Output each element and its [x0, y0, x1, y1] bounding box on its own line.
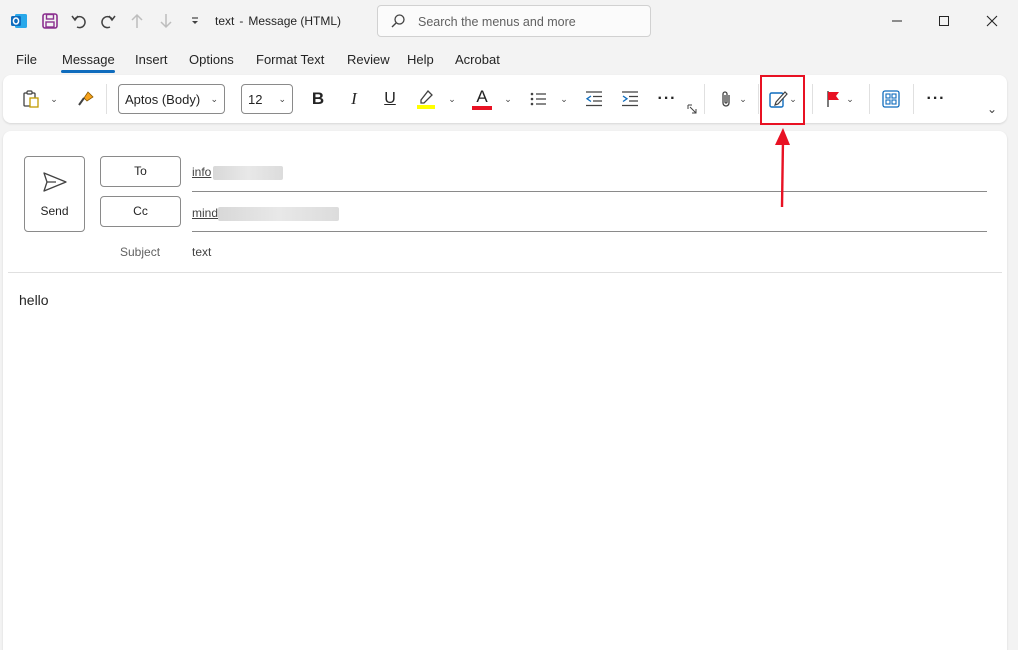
outlook-logo-icon	[9, 11, 29, 31]
attach-dropdown-chevron-icon[interactable]: ⌄	[738, 87, 748, 111]
italic-button[interactable]: I	[342, 87, 366, 111]
undo-icon[interactable]	[67, 9, 91, 33]
annotation-highlight-box	[760, 75, 805, 125]
chevron-down-icon: ⌄	[210, 94, 218, 104]
ribbon-overflow-icon[interactable]: ···	[923, 87, 949, 111]
redacted-cc-address	[218, 207, 339, 221]
message-body[interactable]: hello	[19, 292, 49, 308]
title-type: Message (HTML)	[248, 14, 342, 28]
search-input[interactable]: Search the menus and more	[377, 5, 651, 37]
tab-help[interactable]: Help	[407, 52, 434, 67]
tab-review[interactable]: Review	[347, 52, 390, 67]
flag-dropdown-chevron-icon[interactable]: ⌄	[845, 87, 855, 111]
font-name-value: Aptos (Body)	[125, 92, 201, 107]
title-separator: -	[239, 14, 244, 28]
dialog-launcher-icon[interactable]	[686, 102, 698, 116]
window-title: text - Message (HTML)	[215, 14, 341, 28]
search-icon	[390, 13, 406, 32]
subject-field[interactable]: text	[192, 245, 211, 259]
ribbon-separator	[913, 84, 914, 114]
save-icon[interactable]	[38, 9, 62, 33]
to-recipient[interactable]: info	[192, 165, 211, 179]
to-button[interactable]: To	[100, 156, 181, 187]
ribbon-separator	[869, 84, 870, 114]
cc-button[interactable]: Cc	[100, 196, 181, 227]
ribbon-separator	[704, 84, 705, 114]
chevron-down-icon: ⌄	[278, 94, 286, 104]
more-icon[interactable]: ···	[654, 87, 680, 111]
ribbon-separator	[812, 84, 813, 114]
maximize-icon[interactable]	[929, 8, 959, 34]
tab-insert[interactable]: Insert	[135, 52, 168, 67]
send-label: Send	[40, 204, 69, 218]
redo-icon[interactable]	[96, 9, 120, 33]
bullets-icon[interactable]	[526, 87, 550, 111]
to-field-underline	[192, 191, 987, 192]
flag-icon[interactable]	[822, 87, 844, 111]
tab-options[interactable]: Options	[189, 52, 234, 67]
cc-recipient[interactable]: mind	[192, 206, 218, 220]
down-arrow-icon[interactable]	[154, 9, 178, 33]
title-bar: text - Message (HTML) Search the menus and…	[0, 0, 1018, 42]
ribbon-separator	[758, 84, 759, 114]
font-name-select[interactable]: Aptos (Body) ⌄	[118, 84, 225, 114]
send-icon	[42, 171, 68, 196]
bold-button[interactable]: B	[306, 87, 330, 111]
title-subject: text	[215, 14, 235, 28]
font-color-letter: A	[476, 86, 488, 106]
tab-file[interactable]: File	[16, 52, 37, 67]
up-arrow-icon[interactable]	[125, 9, 149, 33]
minimize-icon[interactable]	[882, 8, 912, 34]
font-size-value: 12	[248, 92, 263, 107]
format-painter-icon[interactable]	[74, 87, 98, 111]
header-separator	[8, 272, 1002, 273]
decrease-indent-icon[interactable]	[582, 87, 606, 111]
tab-format-text[interactable]: Format Text	[256, 52, 324, 67]
tab-message[interactable]: Message	[62, 52, 115, 67]
highlight-icon[interactable]	[414, 87, 438, 111]
customize-qat-icon[interactable]	[183, 9, 207, 33]
ribbon-separator	[106, 84, 107, 114]
font-color-bar	[472, 105, 492, 110]
close-icon[interactable]	[977, 8, 1007, 34]
paste-icon[interactable]	[18, 87, 44, 111]
ribbon: ⌄ Aptos (Body) ⌄ 12 ⌄ B I U ⌄ A ⌄ ⌄ ··· …	[3, 75, 1007, 123]
cc-field-underline	[192, 231, 987, 232]
active-tab-indicator	[61, 70, 115, 73]
tab-acrobat[interactable]: Acrobat	[455, 52, 500, 67]
menu-bar: File Message Insert Options Format Text …	[0, 46, 1018, 74]
subject-label: Subject	[120, 245, 161, 259]
font-size-select[interactable]: 12 ⌄	[241, 84, 293, 114]
send-button[interactable]: Send	[24, 156, 85, 232]
underline-button[interactable]: U	[378, 87, 402, 111]
paste-dropdown-chevron-icon[interactable]: ⌄	[49, 87, 59, 111]
highlight-dropdown-chevron-icon[interactable]: ⌄	[447, 87, 457, 111]
font-color-dropdown-chevron-icon[interactable]: ⌄	[503, 87, 513, 111]
apps-icon[interactable]	[879, 87, 903, 111]
font-color-icon[interactable]: A	[470, 87, 494, 111]
search-placeholder: Search the menus and more	[418, 15, 576, 29]
redacted-to-address	[213, 166, 283, 180]
attach-icon[interactable]	[715, 87, 737, 111]
collapse-ribbon-chevron-icon[interactable]: ⌄	[986, 97, 998, 121]
annotation-arrow	[775, 128, 790, 208]
bullets-dropdown-chevron-icon[interactable]: ⌄	[559, 87, 569, 111]
increase-indent-icon[interactable]	[618, 87, 642, 111]
